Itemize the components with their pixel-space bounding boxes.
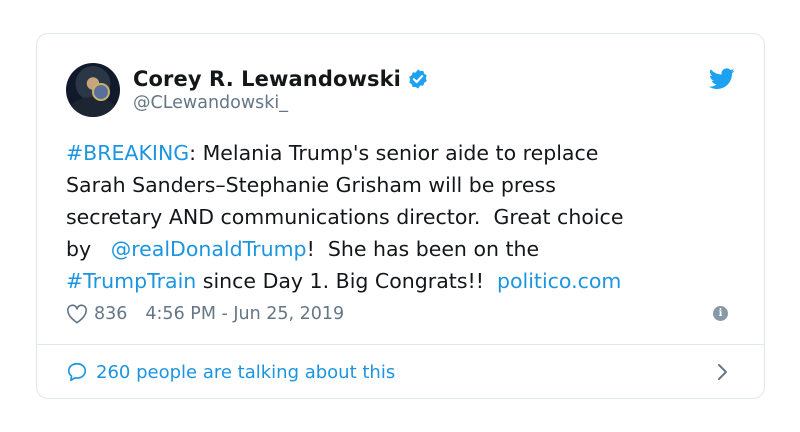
- twitter-bird-icon[interactable]: [709, 68, 735, 90]
- name-row: Corey R. Lewandowski: [133, 65, 429, 93]
- tweet-text-part-3: since Day 1. Big Congrats!!: [196, 269, 497, 293]
- chevron-right-icon: [718, 364, 727, 380]
- tweet-text-part-2: ! She has been on the: [306, 237, 540, 261]
- verified-badge-icon: [409, 69, 427, 89]
- mention-link[interactable]: @realDonaldTrump: [111, 237, 307, 261]
- politico-link[interactable]: politico.com: [497, 269, 621, 293]
- like-count[interactable]: 836: [94, 304, 127, 324]
- avatar-shoulder: [70, 97, 116, 117]
- avatar-seal: [92, 83, 110, 101]
- display-name[interactable]: Corey R. Lewandowski: [133, 67, 401, 91]
- hashtag-trumptrain-link[interactable]: #TrumpTrain: [66, 269, 196, 293]
- tweet-text: #BREAKING: Melania Trump's senior aide t…: [66, 137, 746, 297]
- user-handle[interactable]: @CLewandowski_: [133, 93, 288, 113]
- conversation-link[interactable]: 260 people are talking about this: [66, 356, 735, 388]
- tweet-meta: 836 4:56 PM - Jun 25, 2019 i: [66, 302, 735, 326]
- divider: [37, 344, 764, 345]
- talking-label: 260 people are talking about this: [96, 361, 396, 383]
- info-icon[interactable]: i: [713, 306, 728, 321]
- heart-icon[interactable]: [66, 304, 88, 324]
- avatar[interactable]: [66, 63, 120, 117]
- hashtag-breaking-link[interactable]: #BREAKING: [66, 141, 189, 165]
- timestamp[interactable]: 4:56 PM - Jun 25, 2019: [145, 304, 344, 324]
- speech-bubble-icon: [67, 362, 87, 382]
- tweet-card: Corey R. Lewandowski @CLewandowski_ #BRE…: [36, 33, 765, 399]
- tweet-header: Corey R. Lewandowski @CLewandowski_: [66, 62, 735, 118]
